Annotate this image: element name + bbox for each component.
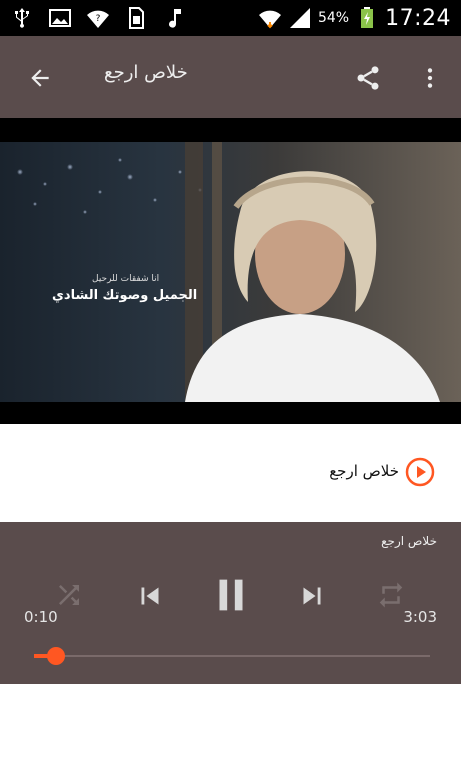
total-time: 3:03 bbox=[403, 608, 437, 626]
clock: 17:24 bbox=[385, 5, 451, 31]
svg-text:?: ? bbox=[96, 14, 101, 24]
pause-icon bbox=[219, 579, 243, 611]
image-icon bbox=[49, 9, 71, 27]
play-circle-icon bbox=[405, 457, 435, 487]
track-play-button[interactable] bbox=[405, 457, 435, 487]
wifi-icon bbox=[258, 10, 281, 29]
sim-icon bbox=[129, 7, 144, 29]
status-system: 54% 17:24 bbox=[258, 0, 451, 36]
overflow-menu-button[interactable] bbox=[412, 60, 448, 96]
more-vert-icon bbox=[427, 68, 433, 88]
share-button[interactable] bbox=[350, 60, 386, 96]
shuffle-icon bbox=[59, 585, 79, 605]
shuffle-button[interactable] bbox=[52, 578, 86, 612]
battery-charging-icon bbox=[361, 7, 374, 28]
music-note-icon bbox=[169, 9, 181, 28]
battery-percent: 54% bbox=[317, 10, 350, 26]
video-scene bbox=[0, 142, 461, 402]
wifi-question-icon: ? bbox=[87, 10, 109, 28]
video-caption-line1: انا شفقات للرحيل bbox=[92, 274, 160, 284]
next-button[interactable] bbox=[292, 576, 332, 616]
music-player: خلاص ارجع 0:10 3:03 bbox=[0, 522, 461, 684]
arrow-left-icon bbox=[31, 69, 49, 87]
current-time: 0:10 bbox=[24, 608, 58, 626]
status-notifications: ? bbox=[0, 6, 186, 30]
now-playing-title: خلاص ارجع bbox=[381, 534, 437, 548]
signal-icon bbox=[289, 8, 310, 28]
video-player[interactable]: انا شفقات للرحيل الجميل وصوتك الشادي bbox=[0, 118, 461, 424]
page-title: خلاص ارجع bbox=[104, 62, 188, 83]
skip-previous-icon bbox=[141, 587, 159, 605]
video-caption-line2: الجميل وصوتك الشادي bbox=[52, 288, 198, 303]
share-icon bbox=[357, 66, 379, 90]
status-bar: ? 54% 17:24 bbox=[0, 0, 461, 36]
track-list-item[interactable]: خلاص ارجع bbox=[0, 424, 461, 522]
seek-bar-track[interactable] bbox=[34, 655, 430, 657]
repeat-icon bbox=[379, 582, 403, 608]
pause-button[interactable] bbox=[206, 570, 256, 620]
seek-bar-thumb[interactable] bbox=[46, 647, 65, 665]
app-bar: خلاص ارجع bbox=[0, 36, 461, 118]
previous-button[interactable] bbox=[130, 576, 170, 616]
back-button[interactable] bbox=[22, 60, 58, 96]
skip-next-icon bbox=[303, 587, 321, 605]
track-title: خلاص ارجع bbox=[329, 462, 399, 480]
usb-icon bbox=[15, 8, 29, 28]
video-thumbnail[interactable]: انا شفقات للرحيل الجميل وصوتك الشادي bbox=[0, 142, 461, 402]
empty-area bbox=[0, 684, 461, 768]
repeat-button[interactable] bbox=[374, 578, 408, 612]
